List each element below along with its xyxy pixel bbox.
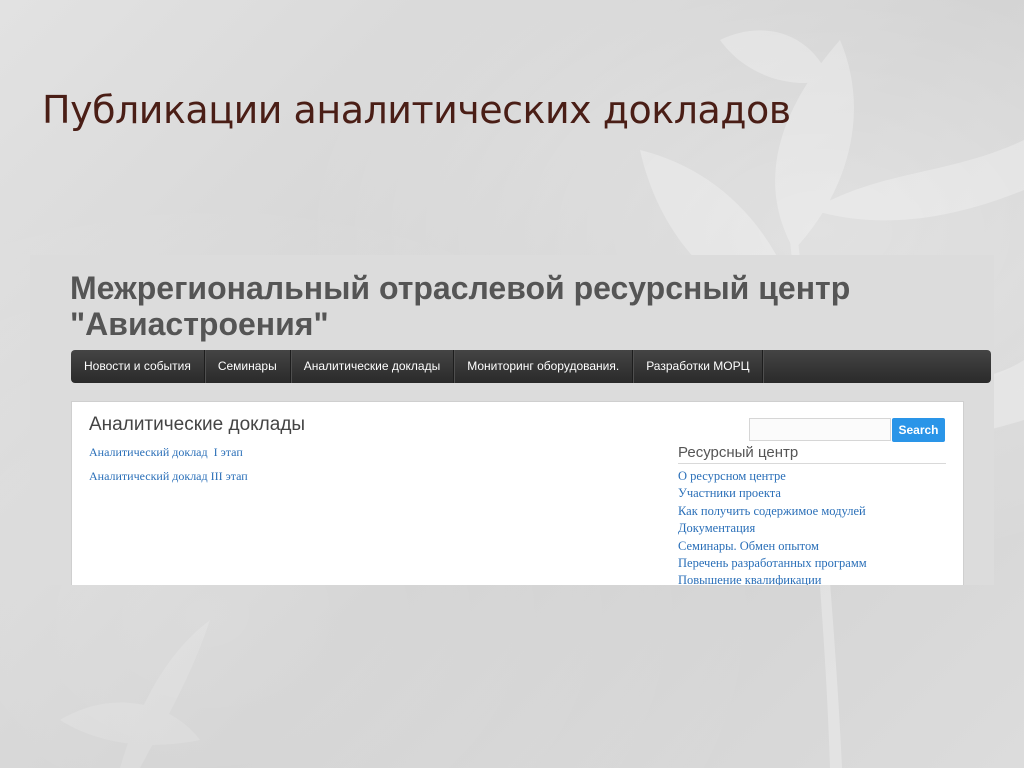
site-title-line1: Межрегиональный отраслевой ресурсный цен… [70,270,851,306]
search-button[interactable]: Search [892,418,945,442]
nav-item-seminars[interactable]: Семинары [205,350,291,383]
sidebar-item-documentation[interactable]: Документация [678,520,867,537]
website-screenshot: Межрегиональный отраслевой ресурсный цен… [30,255,994,585]
sidebar-heading: Ресурсный центр [678,444,946,464]
slide-title: Публикации аналитических докладов [42,88,791,132]
report-link-stage-1[interactable]: Аналитический доклад I этап [89,445,243,460]
sidebar-item-programs-list[interactable]: Перечень разработанных программ [678,555,867,572]
report-link-stage-3[interactable]: Аналитический доклад III этап [89,469,248,484]
nav-item-news[interactable]: Новости и события [71,350,205,383]
sidebar-menu: О ресурсном центре Участники проекта Как… [678,468,867,585]
sidebar-item-participants[interactable]: Участники проекта [678,485,867,502]
sidebar-item-qualification[interactable]: Повышение квалификации [678,572,867,585]
main-navbar: Новости и события Семинары Аналитические… [71,350,991,383]
sidebar-item-seminars-exchange[interactable]: Семинары. Обмен опытом [678,538,867,555]
content-heading: Аналитические доклады [89,414,306,435]
site-title-line2: "Авиастроения" [70,306,329,342]
nav-item-morc-developments[interactable]: Разработки МОРЦ [633,350,764,383]
nav-item-analytical-reports[interactable]: Аналитические доклады [291,350,455,383]
search-input[interactable] [749,418,891,441]
nav-item-equipment-monitoring[interactable]: Мониторинг оборудования. [454,350,634,383]
content-panel: Аналитические доклады Аналитический докл… [71,401,964,585]
sidebar-item-about[interactable]: О ресурсном центре [678,468,867,485]
sidebar-item-get-modules[interactable]: Как получить содержимое модулей [678,503,867,520]
site-title: Межрегиональный отраслевой ресурсный цен… [70,270,970,342]
